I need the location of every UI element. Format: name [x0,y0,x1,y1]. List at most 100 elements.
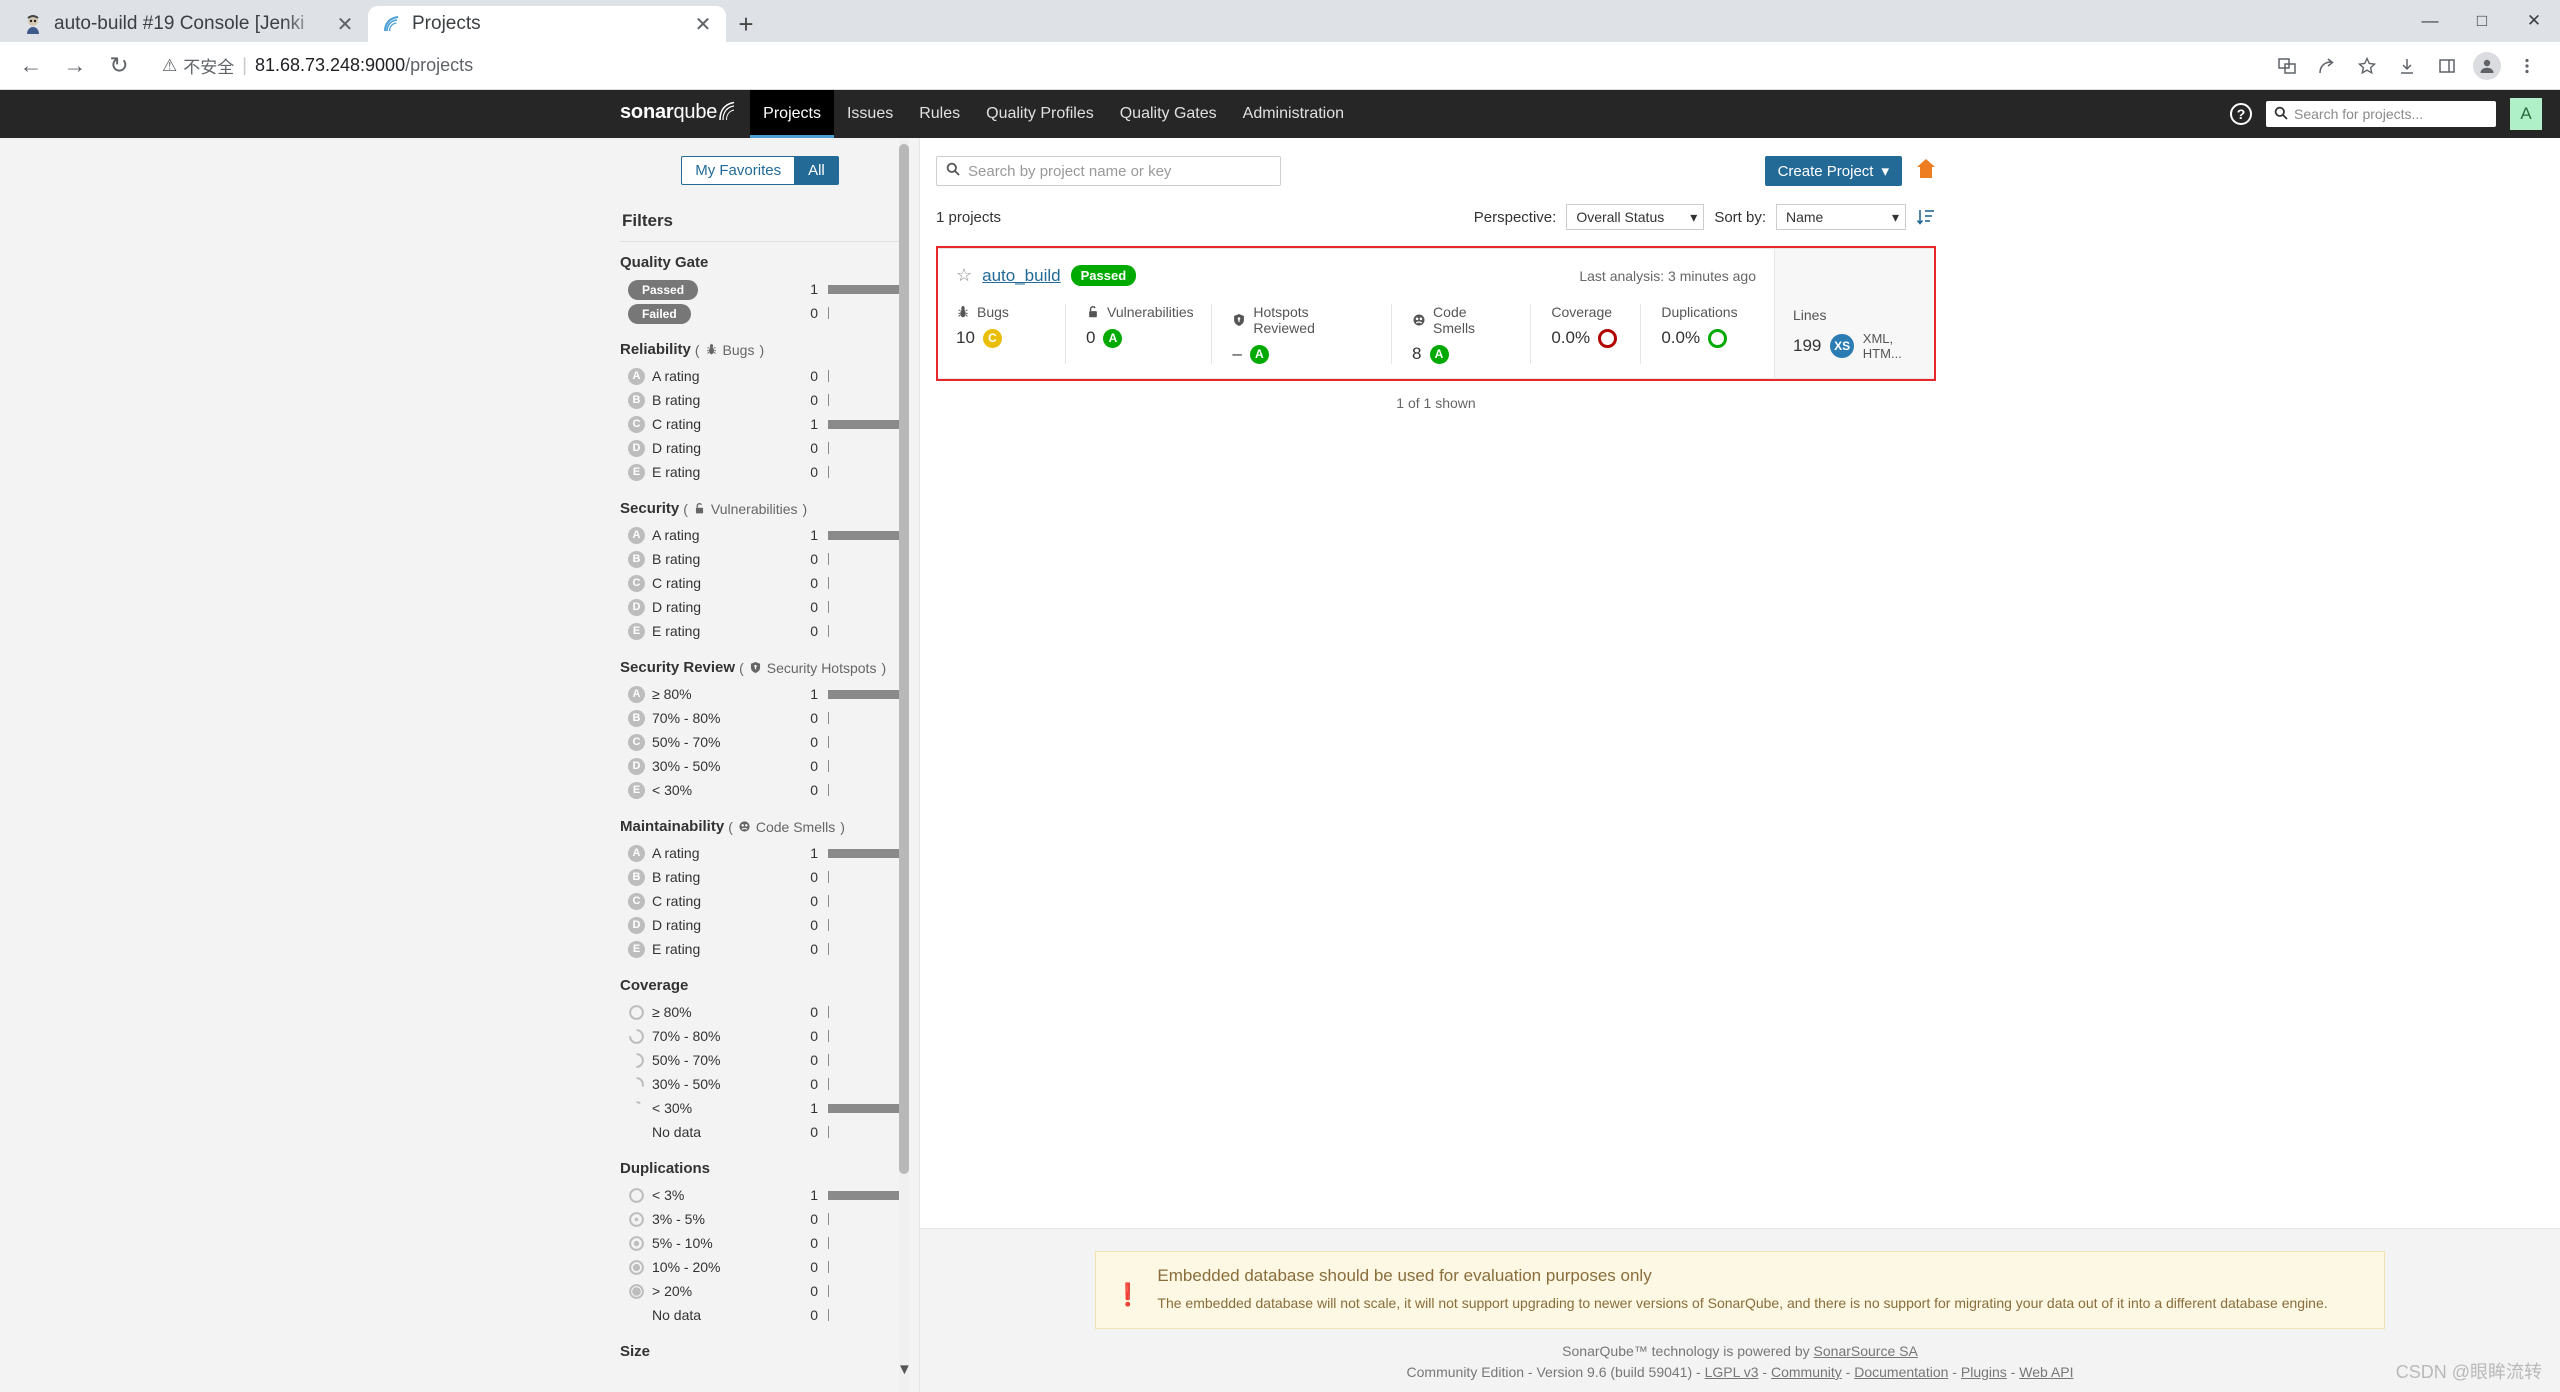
metric-vulnerabilities[interactable]: Vulnerabilities 0 A [1066,304,1213,364]
facet-row[interactable]: 30% - 50% 0 [620,1072,900,1096]
home-pin-icon[interactable] [1916,158,1936,185]
sonarqube-logo[interactable]: sonar qube [620,101,736,127]
profile-icon[interactable] [2470,49,2504,83]
address-bar[interactable]: ⚠ 不安全 | 81.68.73.248:9000/projects [150,49,2264,83]
facet-row[interactable]: BB rating 0 [620,865,900,889]
facet-row[interactable]: BB rating 0 [620,388,900,412]
translate-icon[interactable] [2270,49,2304,83]
tab-close-icon[interactable]: ✕ [692,13,714,36]
facet-row[interactable]: BB rating 0 [620,547,900,571]
all-projects-button[interactable]: All [794,156,839,185]
facet-row[interactable]: > 20% 0 [620,1279,900,1303]
facet-row[interactable]: DD rating 0 [620,913,900,937]
not-secure-indicator[interactable]: ⚠ 不安全 [162,53,234,78]
facet-row[interactable]: Passed 1 [620,277,900,301]
nav-item-quality-gates[interactable]: Quality Gates [1107,90,1230,138]
metric-duplications[interactable]: Duplications 0.0% [1641,304,1756,364]
tab-close-icon[interactable]: ✕ [334,13,356,36]
footer-links-list: LGPL v3 - Community - Documentation - Pl… [1705,1364,2074,1380]
facet-row-label: C rating [652,416,702,432]
facet-row[interactable]: ≥ 80% 0 [620,1000,900,1024]
sidebar-scrollbar-thumb[interactable] [899,144,909,1174]
create-project-button[interactable]: Create Project ▾ [1764,156,1902,186]
facet-row[interactable]: 70% - 80% 0 [620,1024,900,1048]
facet-row[interactable]: < 30% 1 [620,1096,900,1120]
favorite-star-icon[interactable]: ☆ [956,265,972,286]
metric-coverage[interactable]: Coverage 0.0% [1531,304,1642,364]
footer-link-community[interactable]: Community [1771,1364,1842,1380]
help-icon[interactable]: ? [2230,103,2252,125]
metric-hotspots-reviewed[interactable]: Hotspots Reviewed – A [1212,304,1393,364]
reload-button[interactable]: ↻ [100,47,138,85]
metric-bugs[interactable]: Bugs 10 C [956,304,1066,364]
facet-row[interactable]: EE rating 0 [620,619,900,643]
facet-row[interactable]: D 30% - 50% 0 [620,754,900,778]
footer-line-2: Community Edition - Version 9.6 (build 5… [920,1364,2560,1380]
facet-row[interactable]: CC rating 1 [620,412,900,436]
facet-row[interactable]: 50% - 70% 0 [620,1048,900,1072]
facet-row[interactable]: 5% - 10% 0 [620,1231,900,1255]
facet-row[interactable]: < 3% 1 [620,1183,900,1207]
maximize-button[interactable]: □ [2456,0,2508,42]
project-search-input[interactable]: Search by project name or key [936,156,1281,186]
facet-row[interactable]: 3% - 5% 0 [620,1207,900,1231]
window-controls: — □ ✕ [2404,0,2560,42]
bookmark-star-icon[interactable] [2350,49,2384,83]
metric-rating-badge: C [982,328,1002,348]
back-button[interactable]: ← [12,47,50,85]
facet-row[interactable]: No data 0 [620,1120,900,1144]
facet-row-bar [828,784,900,796]
global-search-input[interactable]: Search for projects... [2266,101,2496,127]
facet-row-label: < 30% [652,1100,693,1116]
facet-row[interactable]: B 70% - 80% 0 [620,706,900,730]
facet-row[interactable]: CC rating 0 [620,571,900,595]
facet-row[interactable]: AA rating 0 [620,364,900,388]
url-path: /projects [405,55,474,75]
footer-link-web-api[interactable]: Web API [2019,1364,2073,1380]
metric-code-smells[interactable]: Code Smells 8 A [1392,304,1532,364]
sonarsource-link[interactable]: SonarSource SA [1814,1343,1918,1359]
share-icon[interactable] [2310,49,2344,83]
facet-row[interactable]: E < 30% 0 [620,778,900,802]
nav-item-projects[interactable]: Projects [750,90,834,138]
facet-row[interactable]: CC rating 0 [620,889,900,913]
facet-row[interactable]: No data 0 [620,1303,900,1327]
facet-row[interactable]: C 50% - 70% 0 [620,730,900,754]
project-name-link[interactable]: auto_build [982,266,1060,286]
browser-tab-jenkins[interactable]: auto-build #19 Console [Jenki ✕ [10,6,368,42]
new-tab-button[interactable]: + [726,6,766,42]
facet-row[interactable]: AA rating 1 [620,841,900,865]
facet-row[interactable]: EE rating 0 [620,937,900,961]
user-avatar[interactable]: A [2510,98,2542,130]
nav-item-quality-profiles[interactable]: Quality Profiles [973,90,1107,138]
metric-rating-badge: A [1429,344,1449,364]
facet-row[interactable]: DD rating 0 [620,436,900,460]
project-card[interactable]: ☆ auto_build Passed Last analysis: 3 min… [938,248,1934,379]
scroll-down-arrow-icon[interactable]: ▼ [897,1361,912,1378]
footer-link-plugins[interactable]: Plugins [1961,1364,2007,1380]
footer-link-lgpl-v3[interactable]: LGPL v3 [1705,1364,1759,1380]
facet-row[interactable]: 10% - 20% 0 [620,1255,900,1279]
sort-direction-button[interactable] [1916,207,1936,227]
perspective-select[interactable]: Overall Status ▾ [1566,204,1705,230]
minimize-button[interactable]: — [2404,0,2456,42]
download-icon[interactable] [2390,49,2424,83]
sidepanel-icon[interactable] [2430,49,2464,83]
menu-kebab-icon[interactable] [2510,49,2544,83]
browser-tab-projects[interactable]: Projects ✕ [368,6,726,42]
metric-value: 0.0% [1551,328,1591,347]
facet-row[interactable]: Failed 0 [620,301,900,325]
sort-by-select[interactable]: Name ▾ [1776,204,1906,230]
nav-item-issues[interactable]: Issues [834,90,906,138]
facet-row[interactable]: A ≥ 80% 1 [620,682,900,706]
facet-row[interactable]: EE rating 0 [620,460,900,484]
close-window-button[interactable]: ✕ [2508,0,2560,42]
nav-item-rules[interactable]: Rules [906,90,973,138]
facet-row[interactable]: DD rating 0 [620,595,900,619]
footer-link-documentation[interactable]: Documentation [1854,1364,1948,1380]
forward-button[interactable]: → [56,47,94,85]
nav-item-administration[interactable]: Administration [1230,90,1357,138]
facet-row-label: C rating [652,575,702,591]
facet-row[interactable]: AA rating 1 [620,523,900,547]
my-favorites-button[interactable]: My Favorites [681,156,795,185]
